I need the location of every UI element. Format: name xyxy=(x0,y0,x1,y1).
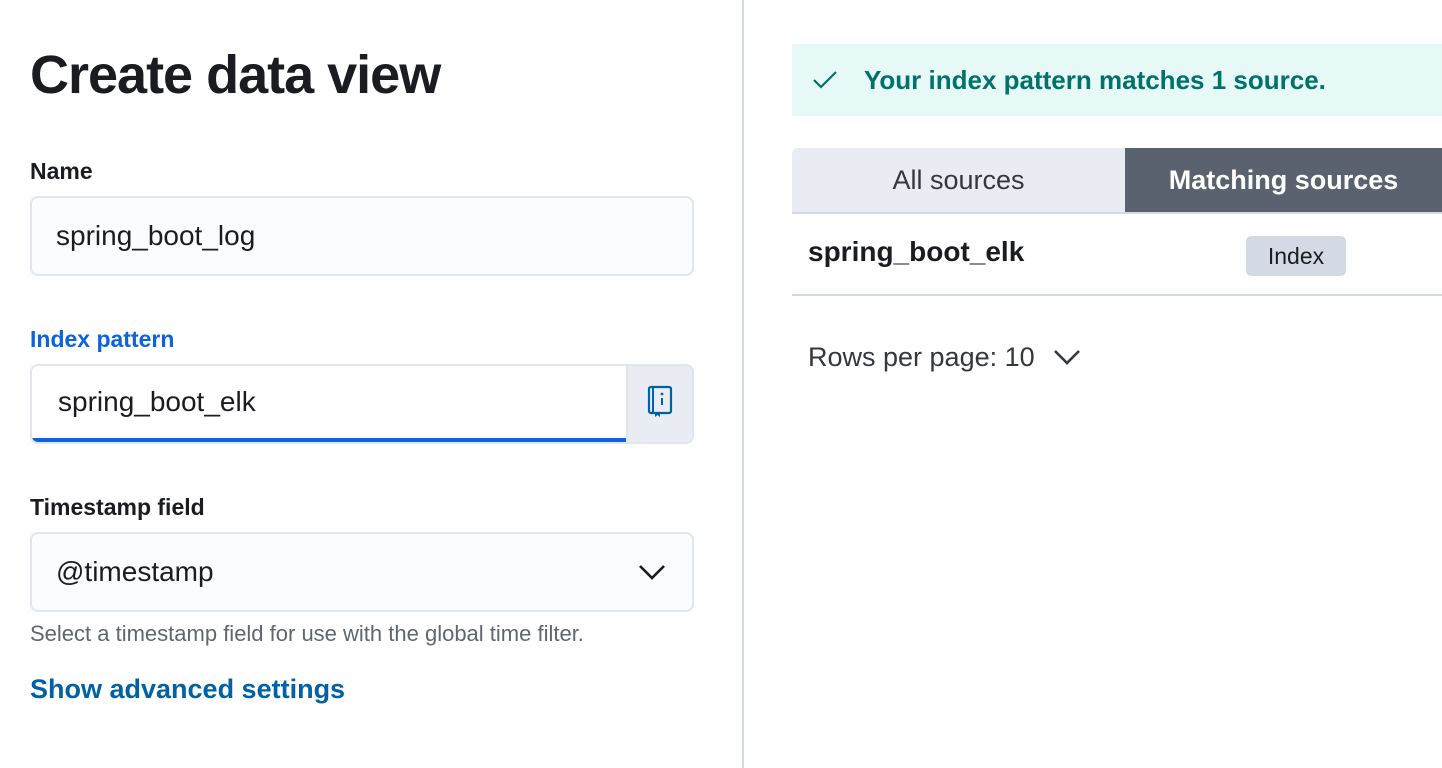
show-advanced-settings-link[interactable]: Show advanced settings xyxy=(30,674,345,705)
callout-text: Your index pattern matches 1 source. xyxy=(864,64,1326,95)
source-name: spring_boot_elk xyxy=(808,236,1025,267)
tab-all-sources[interactable]: All sources xyxy=(792,148,1125,212)
name-label: Name xyxy=(30,158,93,184)
book-info-icon xyxy=(645,384,675,425)
rows-per-page-button[interactable]: Rows per page: 10 xyxy=(808,342,1081,373)
chevron-down-icon xyxy=(638,556,666,588)
match-callout: Your index pattern matches 1 source. xyxy=(792,44,1442,116)
timestamp-label: Timestamp field xyxy=(30,494,205,520)
rows-per-page-label: Rows per page: 10 xyxy=(808,342,1035,372)
tab-matching-sources[interactable]: Matching sources xyxy=(1125,148,1442,212)
create-data-view-page: Create data view Name spring_boot_log In… xyxy=(0,0,1442,768)
form-panel: Create data view Name spring_boot_log In… xyxy=(0,0,744,768)
index-pattern-value: spring_boot_elk xyxy=(58,386,256,417)
timestamp-select-value: @timestamp xyxy=(56,556,214,587)
source-type-badge: Index xyxy=(1246,236,1346,276)
chevron-down-icon xyxy=(1053,342,1081,373)
index-pattern-field: spring_boot_elk xyxy=(30,364,694,444)
index-pattern-label: Index pattern xyxy=(30,326,175,352)
table-row: spring_boot_elk Index xyxy=(792,214,1442,296)
check-icon xyxy=(812,70,864,90)
page-title: Create data view xyxy=(30,45,441,105)
source-tabs: All sources Matching sources xyxy=(792,148,1442,212)
timestamp-help-text: Select a timestamp field for use with th… xyxy=(30,621,584,646)
index-pattern-input[interactable]: spring_boot_elk xyxy=(32,366,626,442)
timestamp-select[interactable]: @timestamp xyxy=(30,532,694,612)
index-pattern-help-button[interactable] xyxy=(626,366,692,442)
name-input-value: spring_boot_log xyxy=(56,220,256,251)
name-input[interactable]: spring_boot_log xyxy=(30,196,694,276)
